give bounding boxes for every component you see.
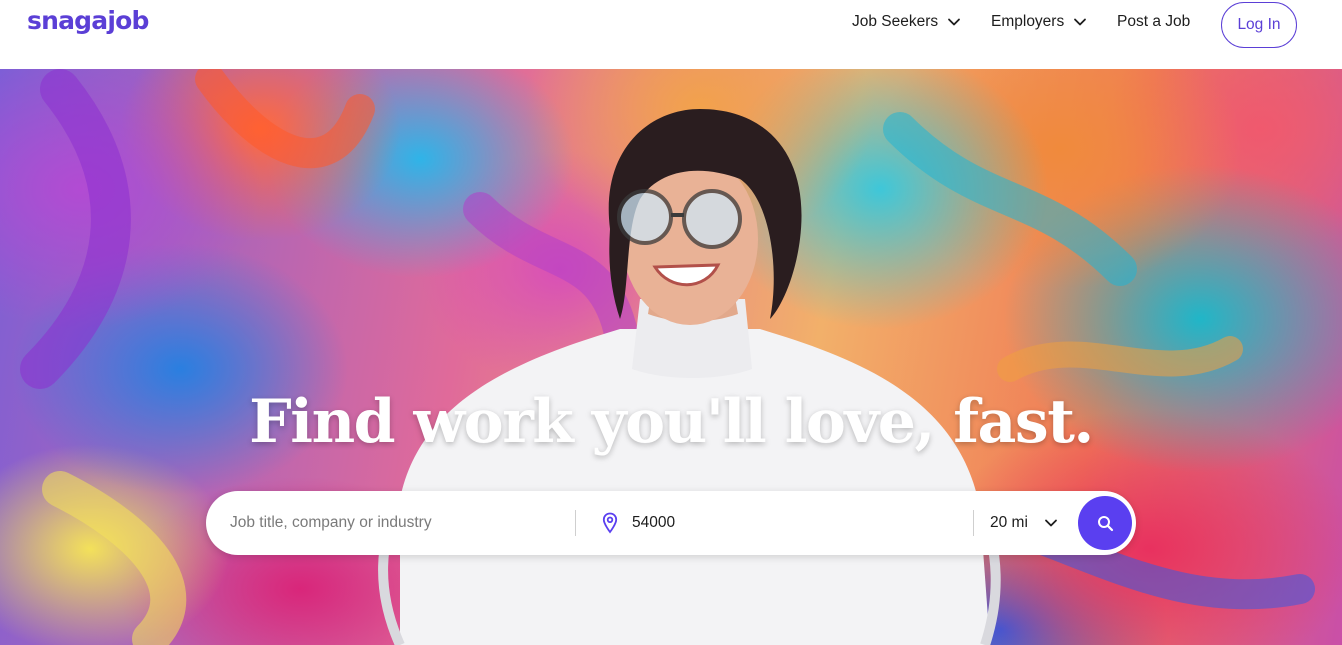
hero-photo	[20, 69, 1315, 645]
nav-job-seekers[interactable]: Job Seekers	[852, 13, 961, 31]
login-button[interactable]: Log In	[1221, 2, 1297, 48]
nav-job-seekers-label: Job Seekers	[852, 13, 939, 30]
job-search-bar: 20 mi	[206, 491, 1136, 555]
chevron-down-icon	[1045, 519, 1057, 527]
nav-employers[interactable]: Employers	[991, 13, 1087, 31]
job-keyword-input[interactable]	[230, 503, 560, 543]
search-icon	[1097, 515, 1113, 531]
search-divider	[973, 510, 974, 536]
radius-select[interactable]: 20 mi	[990, 503, 1070, 543]
search-button[interactable]	[1078, 496, 1132, 550]
chevron-down-icon	[948, 18, 961, 26]
snagajob-logo[interactable]: snagajob	[27, 6, 149, 35]
nav-post-a-job[interactable]: Post a Job	[1117, 13, 1190, 31]
nav-post-a-job-label: Post a Job	[1117, 13, 1191, 30]
hero-headline: Find work you'll love, fast.	[249, 387, 1094, 457]
location-pin-icon	[602, 512, 618, 534]
search-divider	[575, 510, 576, 536]
location-input[interactable]	[632, 503, 952, 543]
radius-value: 20 mi	[990, 514, 1028, 531]
nav-employers-label: Employers	[991, 13, 1065, 30]
site-header: snagajob Job Seekers Employers Post a Jo…	[0, 0, 1342, 69]
chevron-down-icon	[1074, 18, 1087, 26]
hero-section: Find work you'll love, fast. 20 mi	[0, 69, 1342, 645]
